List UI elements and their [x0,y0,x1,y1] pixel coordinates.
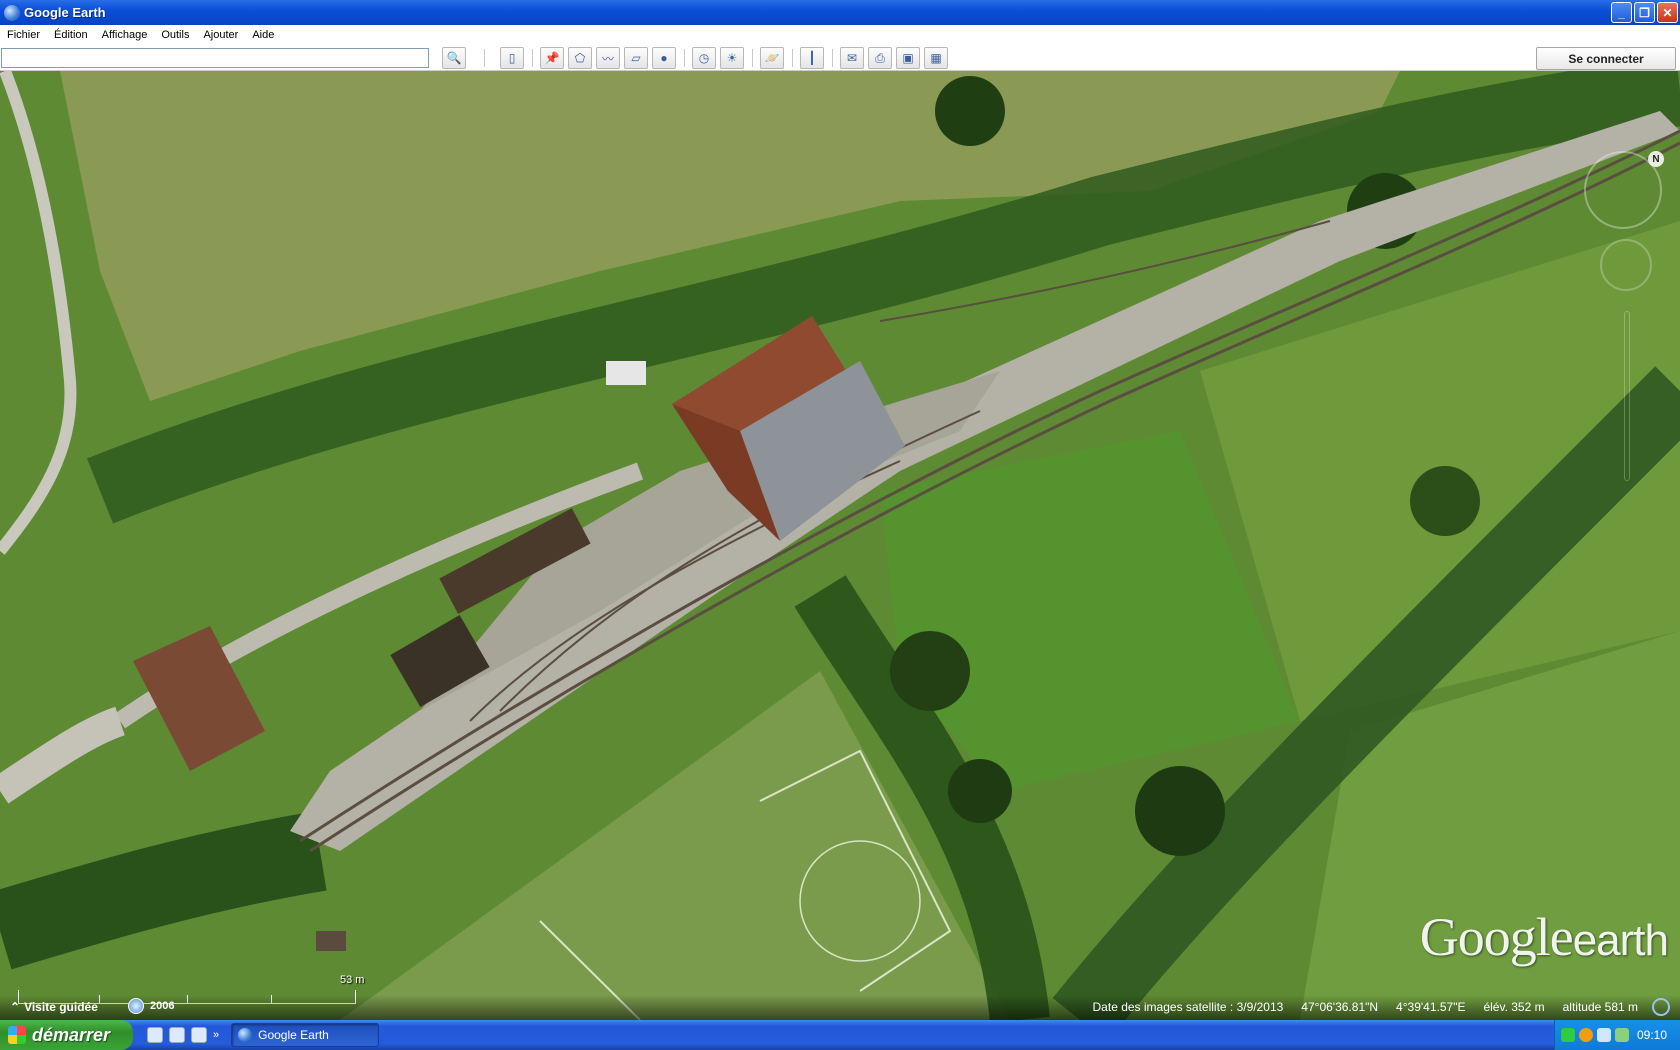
search-input[interactable] [1,48,429,68]
menu-bar: Fichier Édition Affichage Outils Ajouter… [0,25,1680,45]
windows-flag-icon [8,1026,26,1044]
elevation: élév. 352 m [1483,1000,1545,1014]
sidebar-icon[interactable]: ▯ [500,47,524,69]
navigation-controls: N [1584,151,1674,491]
historical-imagery-button[interactable]: 2006 [128,998,174,1014]
logo-earth-text: earth [1572,916,1669,965]
overlay-icon[interactable]: ▱ [624,47,648,69]
google-earth-icon [238,1028,253,1042]
taskbar-item-label: Google Earth [258,1028,329,1042]
guided-tour-label: Visite guidée [24,1000,98,1014]
toolbar-separator [792,49,793,67]
view-in-maps-icon[interactable]: ▦ [924,47,948,69]
antivirus-icon[interactable] [1579,1028,1593,1042]
close-button[interactable]: ✕ [1657,2,1678,23]
toolbar-separator [752,49,753,67]
security-icon[interactable] [1561,1028,1575,1042]
menu-outils[interactable]: Outils [154,29,196,41]
menu-edition[interactable]: Édition [47,29,95,41]
sign-in-button[interactable]: Se connecter [1536,47,1676,70]
streaming-status-icon [1652,998,1670,1016]
path-icon[interactable]: 〰 [596,47,620,69]
email-icon[interactable]: ✉ [840,47,864,69]
latitude: 47°06'36.81"N [1301,1000,1379,1014]
minimize-button[interactable]: _ [1611,2,1632,23]
look-joystick[interactable] [1600,239,1652,291]
ruler-icon[interactable]: ┃ [800,47,824,69]
status-bar: ⌃ Visite guidée 2006 Date des images sat… [0,995,1680,1020]
internet-explorer-icon[interactable] [169,1027,185,1043]
google-earth-logo: Googleearth [1419,906,1669,968]
menu-ajouter[interactable]: Ajouter [196,29,245,41]
map-view[interactable]: N Googleearth 53 m [0,71,1680,1020]
accessibility-icon[interactable] [1597,1028,1611,1042]
historical-imagery-icon[interactable]: ◷ [692,47,716,69]
menu-aide[interactable]: Aide [245,29,281,41]
network-icon[interactable] [1615,1028,1629,1042]
toolbar-separator [484,49,485,67]
sunlight-icon[interactable]: ☀ [720,47,744,69]
toolbar: 🔍 ▯ 📌 ⬠ 〰 ▱ ● ◷ ☀ 🪐 ┃ ✉ ⎙ ▣ ▦ Se connect… [0,45,1680,71]
north-icon[interactable]: N [1648,151,1664,167]
satellite-imagery [0,71,1680,1020]
status-info: Date des images satellite : 3/9/2013 47°… [1093,1000,1638,1014]
guided-tour-button[interactable]: ⌃ Visite guidée [10,1000,98,1014]
window-title: Google Earth [24,5,106,20]
polygon-icon[interactable]: ⬠ [568,47,592,69]
menu-affichage[interactable]: Affichage [95,29,155,41]
taskbar-item-google-earth[interactable]: Google Earth [231,1023,380,1047]
search-icon[interactable]: 🔍 [442,47,466,69]
window-titlebar: Google Earth _ ❐ ✕ [0,0,1680,25]
altitude: altitude 581 m [1562,1000,1638,1014]
chevron-up-icon: ⌃ [10,1000,21,1014]
placemark-icon[interactable]: 📌 [540,47,564,69]
google-earth-icon [4,4,20,21]
start-label: démarrer [32,1024,111,1045]
quick-launch-more-icon[interactable]: » [213,1029,219,1041]
record-tour-icon[interactable]: ● [652,47,676,69]
imagery-date: Date des images satellite : 3/9/2013 [1092,1000,1284,1014]
quick-launch [147,1027,207,1043]
toolbar-separator [684,49,685,67]
toolbar-separator [532,49,533,67]
taskbar: démarrer » Google Earth 09:10 [0,1020,1680,1050]
window-controls: _ ❐ ✕ [1611,2,1678,23]
desktop-icon[interactable] [191,1027,207,1043]
history-year: 2006 [150,1000,175,1012]
toolbar-separator [832,49,833,67]
compass-ring[interactable]: N [1584,151,1664,229]
scale-label: 53 m [340,974,365,986]
logo-google-text: Google [1419,907,1574,967]
start-button[interactable]: démarrer [0,1020,133,1050]
clock-icon [128,998,144,1014]
maximize-button[interactable]: ❐ [1634,2,1655,23]
media-player-icon[interactable] [147,1027,163,1043]
menu-fichier[interactable]: Fichier [0,29,47,41]
planet-icon[interactable]: 🪐 [760,47,784,69]
longitude: 4°39'41.57"E [1396,1000,1466,1014]
zoom-slider[interactable] [1624,311,1630,481]
system-tray: 09:10 [1554,1020,1680,1050]
save-image-icon[interactable]: ▣ [896,47,920,69]
taskbar-clock: 09:10 [1637,1028,1668,1042]
print-icon[interactable]: ⎙ [868,47,892,69]
